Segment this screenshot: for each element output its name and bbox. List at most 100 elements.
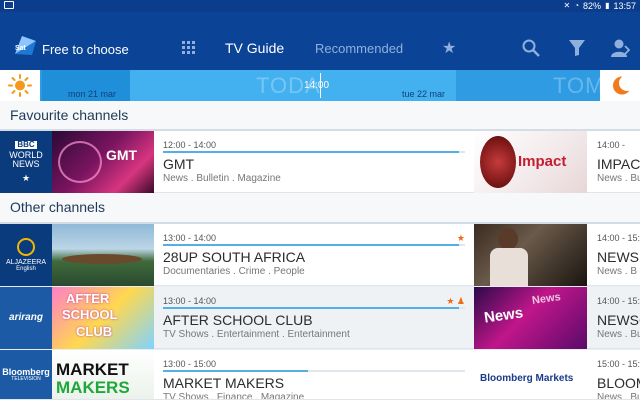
program-thumbnail[interactable]: MARKET MAKERS [52,350,154,399]
program-genre: News . Bulletin . Magazine [163,173,281,184]
program-next[interactable]: 14:00 - 15: NEWSC News . Bu [597,287,640,349]
mute-icon: ✕ [563,1,571,10]
channel-logo-line: TELEVISION [11,376,41,383]
brand-name: Free to choose [42,42,129,57]
next-program-thumbnail[interactable]: News News [474,287,587,349]
channel-logo-bbc[interactable]: BBC WORLD NEWS ★ [0,131,52,193]
program-time: 13:00 - 15:00 [163,359,217,369]
section-title: Favourite channels [10,107,129,123]
next-program-thumbnail[interactable]: Impact [474,131,587,193]
program-genre: TV Shows . Entertainment . Entertainment [163,329,350,340]
thumbnail-text: MAKERS [56,378,130,397]
program-genre: News . Bu [597,329,640,340]
section-others: Other channels [0,193,640,224]
aljazeera-emblem-icon [17,237,35,256]
wifi-icon: ◔ [574,1,580,10]
program-time: 15:00 - 15: [597,359,640,369]
channel-row-bloomberg[interactable]: Bloomberg TELEVISION MARKET MAKERS 13:00… [0,350,640,400]
next-program-thumbnail[interactable]: Bloomberg Markets [474,350,587,399]
thumbnail-text: CLUB [76,324,113,339]
thumbnail-text: Bloomberg Markets [480,373,574,384]
channel-row-arirang[interactable]: arirang AFTER SCHOOL CLUB 13:00 - 14:00 … [0,287,640,349]
channel-logo-aljazeera[interactable]: ALJAZEERA English [0,224,52,286]
thumbnail-text: News [483,304,525,327]
program-genre: News . Bu [597,173,640,184]
tab-tv-guide[interactable]: TV Guide [225,40,284,56]
thumbnail-text: Impact [518,153,567,170]
program-title: MARKET MAKERS [163,375,285,391]
grid-icon[interactable] [182,41,196,55]
moon-icon[interactable] [600,70,640,101]
channel-logo-arirang[interactable]: arirang [0,287,52,349]
channel-logo-line: NEWS [12,159,40,170]
section-favourites: Favourite channels [0,101,640,131]
program-genre: Documentaries . Crime . People [163,266,305,277]
svg-text:Sat: Sat [15,45,27,52]
thumbnail-text: MARKET [56,360,129,379]
program-genre: News . Bu [597,392,640,400]
program-thumbnail[interactable]: GMT [52,131,154,193]
app-bar: Sat Free to choose TV Guide Recommended … [0,12,640,70]
timeline-current-time: 14:00 [304,80,330,91]
profile-icon[interactable] [610,38,630,58]
channel-logo-bloomberg[interactable]: Bloomberg TELEVISION [0,350,52,399]
channel-logo-line: BBC [15,139,37,150]
screen-icon [4,1,14,9]
globe-icon [480,136,516,188]
program-time: 13:00 - 14:00 [163,233,217,243]
program-title: IMPACT [597,156,640,172]
battery-icon: ▮ [605,1,610,10]
program-title: BLOOM [597,375,640,391]
favourite-reminder-icons[interactable]: ★ ♟ [446,296,465,307]
program-current[interactable]: 13:00 - 15:00 MARKET MAKERS TV Shows . F… [163,350,465,400]
timeline-tomorrow-label: TOM [553,73,605,98]
progress-bar [163,244,459,246]
section-title: Other channels [10,199,105,215]
program-title: NEWS H [597,249,640,265]
program-time: 13:00 - 14:00 [163,296,217,306]
program-time: 14:00 - [597,140,626,150]
favourites-star-icon[interactable]: ★ [442,38,456,58]
thumbnail-decoration [58,141,102,183]
boat-shape [62,254,142,264]
timeline[interactable]: TODA TOM mon 21 mar tue 22 mar 14:00 [0,70,640,101]
channel-row-bbc[interactable]: BBC WORLD NEWS ★ GMT 12:00 - 14:00 GMT N… [0,131,640,193]
channel-logo-line: arirang [9,311,43,323]
program-thumbnail[interactable] [52,224,154,286]
sun-icon[interactable] [0,70,40,101]
search-icon[interactable] [522,39,540,57]
progress-bar [163,307,459,309]
tab-recommended[interactable]: Recommended [315,41,403,56]
program-current[interactable]: 12:00 - 14:00 GMT News . Bulletin . Maga… [163,131,465,193]
thumbnail-text: AFTER [66,291,110,306]
app-logo[interactable]: Sat [12,32,38,58]
channel-row-aljazeera[interactable]: ALJAZEERA English 13:00 - 14:00 ★ 28UP S… [0,224,640,286]
status-bar: ✕ ◔ 82% ▮ 13:57 [0,0,640,12]
status-clock: 13:57 [613,1,636,11]
next-program-thumbnail[interactable] [474,224,587,286]
person-head-shape [498,228,518,250]
favourite-star-icon[interactable]: ★ [457,233,465,244]
timeline-date-left: mon 21 mar [68,89,117,99]
program-time: 14:00 - 15: [597,296,640,306]
program-next[interactable]: 14:00 - IMPACT News . Bu [597,131,640,193]
program-genre: TV Shows . Finance . Magazine [163,392,305,400]
progress-bar [163,151,459,153]
program-title: NEWSC [597,312,640,328]
filter-icon[interactable] [568,39,586,57]
progress-bar [163,370,308,372]
bbc-blocks: BBC [15,139,37,150]
program-title: 28UP SOUTH AFRICA [163,249,306,265]
person-body-shape [490,248,528,286]
program-time: 14:00 - 15: [597,233,640,243]
program-next[interactable]: 14:00 - 15: NEWS H News . B [597,224,640,286]
program-current[interactable]: 13:00 - 14:00 ★ 28UP SOUTH AFRICA Docume… [163,224,465,286]
channel-logo-line: English [16,266,36,273]
program-thumbnail[interactable]: AFTER SCHOOL CLUB [52,287,154,349]
program-current[interactable]: 13:00 - 14:00 ★ ♟ AFTER SCHOOL CLUB TV S… [163,287,465,349]
program-title: GMT [163,156,195,172]
program-next[interactable]: 15:00 - 15: BLOOM News . Bu [597,350,640,400]
thumbnail-text: SCHOOL [62,307,118,322]
timeline-date-right: tue 22 mar [402,89,446,99]
favourite-star-icon[interactable]: ★ [22,173,30,183]
